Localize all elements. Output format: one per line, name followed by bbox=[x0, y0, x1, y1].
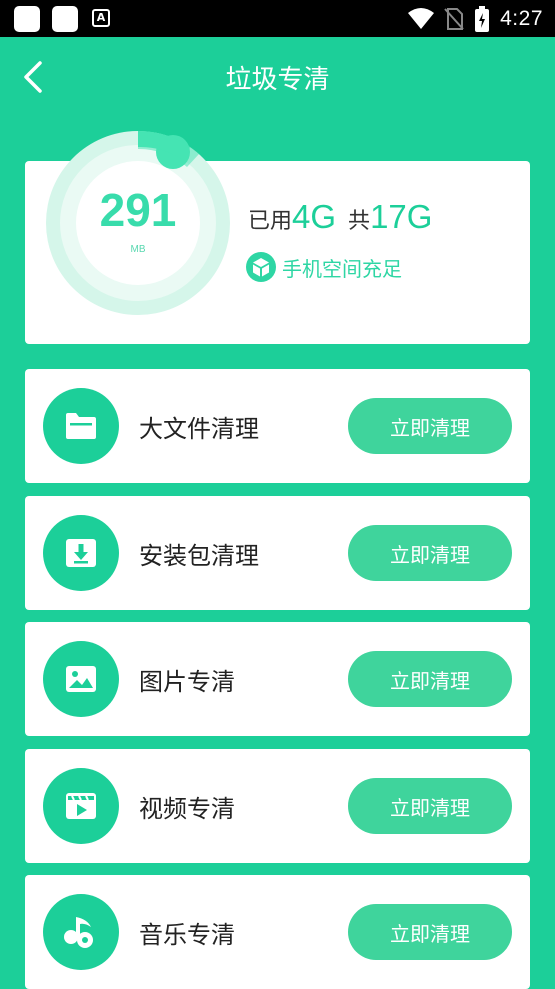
storage-status-text: 手机空间充足 bbox=[282, 256, 402, 281]
item-label: 图片专清 bbox=[139, 668, 235, 696]
junk-size-gauge: 291 MB bbox=[45, 130, 231, 316]
status-bar: A 4:27 bbox=[0, 0, 555, 37]
total-label: 共 bbox=[348, 209, 371, 234]
junk-size-value: 291 bbox=[99, 184, 177, 236]
clean-videos-button[interactable]: 立即清理 bbox=[348, 778, 512, 834]
total-value: 17G bbox=[370, 198, 433, 235]
used-value: 4G bbox=[292, 198, 337, 235]
clean-images-button[interactable]: 立即清理 bbox=[348, 651, 512, 707]
item-label: 大文件清理 bbox=[139, 415, 259, 443]
used-label: 已用 bbox=[248, 209, 293, 234]
item-label: 音乐专清 bbox=[139, 921, 235, 949]
list-item-install-packages: 安装包清理 立即清理 bbox=[25, 496, 530, 610]
cube-icon bbox=[246, 252, 276, 282]
item-label: 安装包清理 bbox=[139, 542, 259, 570]
no-sim-icon bbox=[444, 7, 464, 30]
storage-status: 手机空间充足 bbox=[246, 252, 402, 282]
battery-icon bbox=[475, 5, 490, 32]
clock: 4:27 bbox=[500, 6, 543, 30]
list-item-images: 图片专清 立即清理 bbox=[25, 622, 530, 736]
app-header: 垃圾专清 bbox=[0, 37, 555, 117]
list-item-music: 音乐专清 立即清理 bbox=[25, 875, 530, 989]
download-icon bbox=[66, 539, 96, 567]
clean-large-files-button[interactable]: 立即清理 bbox=[348, 398, 512, 454]
clean-music-button[interactable]: 立即清理 bbox=[348, 904, 512, 960]
list-item-videos: 视频专清 立即清理 bbox=[25, 749, 530, 863]
page-title: 垃圾专清 bbox=[225, 65, 330, 95]
storage-usage: 已用 4G 共 17G bbox=[248, 198, 432, 236]
video-icon bbox=[66, 793, 96, 819]
folder-icon bbox=[66, 413, 96, 439]
junk-size-unit: MB bbox=[130, 244, 146, 255]
keyboard-icon: A bbox=[92, 9, 110, 27]
item-label: 视频专清 bbox=[139, 795, 235, 823]
list-item-large-files: 大文件清理 立即清理 bbox=[25, 369, 530, 483]
notification-icon bbox=[52, 6, 78, 32]
notification-icon bbox=[14, 6, 40, 32]
music-icon bbox=[64, 917, 93, 948]
image-icon bbox=[66, 666, 96, 692]
wifi-icon bbox=[408, 7, 435, 29]
clean-install-packages-button[interactable]: 立即清理 bbox=[348, 525, 512, 581]
